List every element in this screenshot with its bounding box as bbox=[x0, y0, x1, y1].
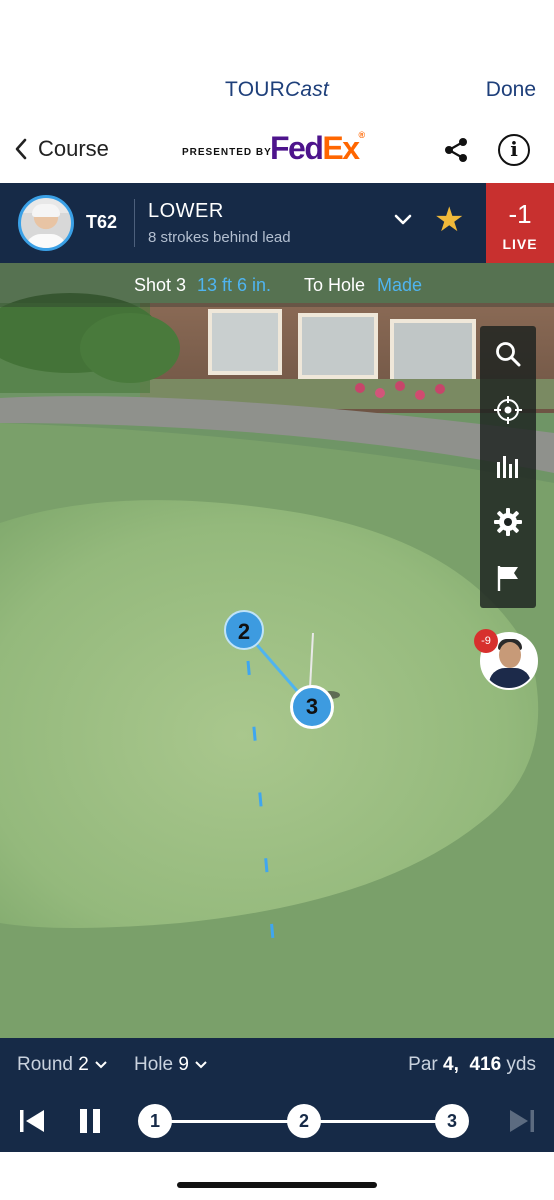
bar-chart-icon bbox=[497, 456, 518, 478]
player-header[interactable]: T62 LOWER 8 strokes behind lead ★ -1 LIV… bbox=[0, 183, 554, 263]
sponsor-logo: FedEx® bbox=[270, 130, 366, 167]
app-title: TOURCast bbox=[0, 78, 554, 102]
search-button[interactable] bbox=[480, 326, 536, 382]
shot-marker-2[interactable]: 2 bbox=[224, 610, 264, 650]
pause-icon[interactable] bbox=[78, 1108, 102, 1134]
share-button[interactable] bbox=[440, 134, 472, 166]
hole-info: Par 4, 416 yds bbox=[408, 1054, 536, 1076]
timeline-shot-1[interactable]: 1 bbox=[138, 1104, 172, 1138]
gear-icon bbox=[494, 508, 522, 536]
shot-info-bar: Shot 3 13 ft 6 in. To Hole Made bbox=[0, 263, 554, 307]
score-badge: -1 LIVE bbox=[486, 183, 554, 263]
back-button[interactable]: Course bbox=[14, 136, 109, 162]
round-label: Round bbox=[17, 1054, 73, 1075]
par-value: 4, bbox=[443, 1054, 459, 1075]
chevron-down-icon bbox=[95, 1061, 107, 1069]
flag-icon bbox=[497, 566, 518, 591]
hole-label: Hole bbox=[134, 1054, 174, 1075]
other-player-score-badge: -9 bbox=[474, 629, 498, 653]
crosshair-icon bbox=[494, 396, 522, 424]
player-status: 8 strokes behind lead bbox=[148, 229, 291, 246]
yards-value: 416 bbox=[469, 1054, 502, 1075]
skip-forward-icon[interactable] bbox=[508, 1108, 536, 1134]
app-title-main: TOUR bbox=[225, 78, 285, 101]
player-avatar bbox=[18, 195, 74, 251]
stats-button[interactable] bbox=[480, 438, 536, 494]
hole-selector[interactable]: Hole 9 bbox=[134, 1054, 208, 1076]
divider bbox=[134, 199, 135, 247]
course-3d-view[interactable]: T62 LOWER 8 strokes behind lead ★ -1 LIV… bbox=[0, 183, 554, 1038]
shot-marker-3[interactable]: 3 bbox=[290, 685, 334, 729]
to-hole-label: To Hole bbox=[304, 275, 366, 295]
tourcast-screen: TOURCast Done Course PRESENTED BY FedEx®… bbox=[0, 0, 554, 1200]
timeline-shot-3[interactable]: 3 bbox=[435, 1104, 469, 1138]
done-button[interactable]: Done bbox=[486, 78, 536, 102]
round-selector[interactable]: Round 2 bbox=[17, 1054, 108, 1076]
flag-button[interactable] bbox=[480, 550, 536, 606]
info-icon[interactable]: i bbox=[498, 134, 530, 166]
shot-distance: 13 ft 6 in. bbox=[197, 275, 272, 295]
playback-panel: Round 2 Hole 9 Par 4, 416 yds 1 2 3 bbox=[0, 1038, 554, 1152]
chevron-left-icon bbox=[15, 138, 27, 160]
sponsor-logo-part2: Ex bbox=[322, 130, 360, 166]
green-scene-graphic bbox=[0, 183, 554, 1038]
star-icon[interactable]: ★ bbox=[434, 203, 464, 237]
view-toolbar bbox=[480, 326, 536, 608]
chevron-down-icon bbox=[195, 1061, 207, 1069]
player-name: LOWER bbox=[148, 200, 224, 222]
shot-result: Made bbox=[377, 275, 423, 295]
back-label: Course bbox=[38, 136, 109, 161]
shot-label: Shot 3 bbox=[134, 275, 187, 295]
player-score: -1 bbox=[508, 199, 532, 229]
share-icon bbox=[445, 138, 467, 162]
home-indicator-area bbox=[0, 1152, 554, 1200]
sponsor-logo-part1: Fed bbox=[270, 130, 324, 166]
home-indicator[interactable] bbox=[177, 1182, 377, 1188]
live-label: LIVE bbox=[502, 236, 538, 252]
navigation-bar: Course PRESENTED BY FedEx® i bbox=[0, 126, 554, 174]
title-bar: TOURCast Done bbox=[0, 72, 554, 112]
presented-by-label: PRESENTED BY bbox=[182, 147, 272, 158]
chevron-down-icon[interactable] bbox=[392, 208, 414, 230]
sponsor-logo-mark: ® bbox=[358, 130, 366, 140]
hole-value: 9 bbox=[178, 1054, 189, 1075]
search-icon bbox=[496, 342, 521, 367]
round-value: 2 bbox=[78, 1054, 89, 1075]
locate-button[interactable] bbox=[480, 382, 536, 438]
settings-button[interactable] bbox=[480, 494, 536, 550]
par-label: Par bbox=[408, 1054, 438, 1075]
yards-unit: yds bbox=[506, 1054, 536, 1075]
skip-back-icon[interactable] bbox=[18, 1108, 46, 1134]
player-position: T62 bbox=[86, 212, 118, 232]
timeline-shot-2[interactable]: 2 bbox=[287, 1104, 321, 1138]
shot-timeline: 1 2 3 bbox=[0, 1100, 554, 1140]
app-title-italic: Cast bbox=[284, 78, 329, 101]
